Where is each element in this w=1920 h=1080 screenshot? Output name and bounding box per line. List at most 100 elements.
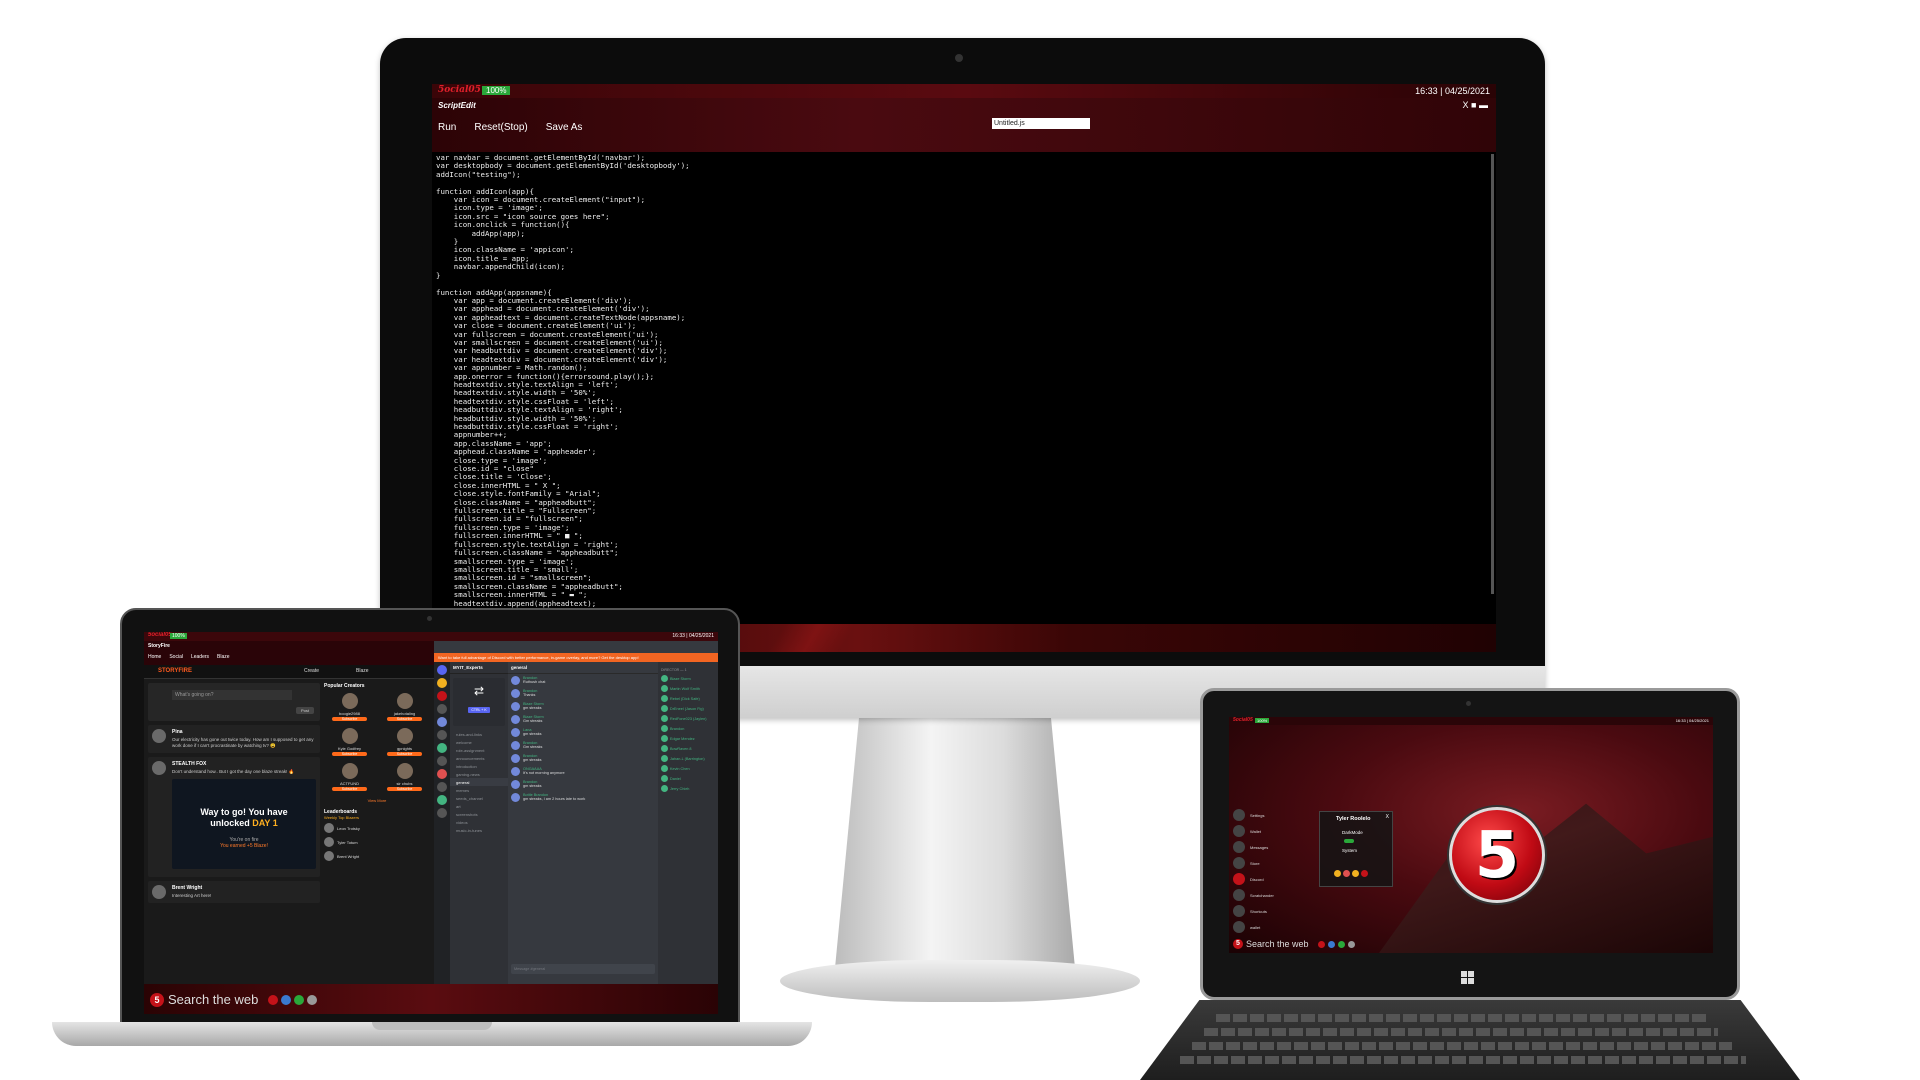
creator-name[interactable]: Kyle Godfrey xyxy=(324,746,375,751)
server-icon[interactable] xyxy=(437,665,447,675)
subscribe-button[interactable]: Subscribe xyxy=(332,752,367,756)
avatar[interactable] xyxy=(511,728,520,737)
nav-social[interactable]: Social xyxy=(169,654,183,660)
avatar[interactable] xyxy=(152,729,166,743)
avatar[interactable] xyxy=(396,728,413,744)
blaze-button[interactable]: Blaze xyxy=(356,668,369,674)
channel-item[interactable]: gaming-news xyxy=(450,770,508,778)
close-button[interactable]: X xyxy=(1386,814,1389,820)
creator-name[interactable]: boogie2988 xyxy=(324,711,375,716)
lock-icon[interactable] xyxy=(1334,870,1341,877)
compose-input[interactable]: What's going on? xyxy=(172,690,292,700)
channel-item[interactable]: videos xyxy=(450,818,508,826)
member-item[interactable]: RedFone023 (Jaylen) xyxy=(661,715,715,722)
filename-input[interactable]: Untitled.js xyxy=(992,118,1090,129)
server-icon[interactable] xyxy=(437,704,447,714)
nav-home[interactable]: Home xyxy=(148,654,161,660)
server-icon[interactable] xyxy=(437,717,447,727)
subscribe-button[interactable]: Subscribe xyxy=(387,752,422,756)
power-icon[interactable] xyxy=(1343,870,1350,877)
server-icon[interactable] xyxy=(437,808,447,818)
start-menu-item[interactable]: wallet xyxy=(1233,921,1323,933)
avatar[interactable] xyxy=(341,763,358,779)
code-scrollbar[interactable] xyxy=(1491,154,1494,594)
notification-icon[interactable] xyxy=(1361,870,1368,877)
server-icon[interactable] xyxy=(437,769,447,779)
channel-item[interactable]: art xyxy=(450,802,508,810)
os-logo[interactable]: 5ocial05 xyxy=(148,632,172,638)
save-as-button[interactable]: Save As xyxy=(546,122,583,133)
view-more-link[interactable]: View More xyxy=(324,798,430,803)
search-bar[interactable]: 5 Search the web xyxy=(1233,939,1355,949)
server-icon[interactable] xyxy=(437,795,447,805)
creator-name[interactable]: jakehotaling xyxy=(379,711,430,716)
avatar[interactable] xyxy=(341,728,358,744)
channel-item[interactable]: screenshots xyxy=(450,810,508,818)
creator-name[interactable]: ACTFUND xyxy=(324,781,375,786)
member-item[interactable]: Rebel (Dick Safe) xyxy=(661,695,715,702)
storyfire-logo[interactable]: STORYFIRE xyxy=(158,668,192,674)
window-controls[interactable]: X ■ ▬ xyxy=(1463,100,1488,110)
avatar[interactable] xyxy=(511,741,520,750)
message-input[interactable]: Message #general xyxy=(511,964,655,974)
app-icon[interactable] xyxy=(281,994,292,1005)
discord-download-banner[interactable]: Want to take full advantage of Discord w… xyxy=(434,653,718,662)
avatar[interactable] xyxy=(152,885,166,899)
nav-blaze[interactable]: Blaze xyxy=(217,654,230,660)
create-button[interactable]: Create xyxy=(304,668,319,674)
search-input[interactable]: Search the web xyxy=(1246,939,1309,949)
app-icon[interactable] xyxy=(1327,940,1335,948)
server-icon[interactable] xyxy=(437,691,447,701)
search-input[interactable]: Search the web xyxy=(168,992,258,1007)
avatar[interactable] xyxy=(341,693,358,709)
subscribe-button[interactable]: Subscribe xyxy=(387,717,422,721)
bell-icon[interactable] xyxy=(1352,870,1359,877)
leaderboard-row[interactable]: Tyler Totum xyxy=(324,837,430,847)
post-author[interactable]: Pina xyxy=(172,729,316,735)
avatar[interactable] xyxy=(511,715,520,724)
channel-item[interactable]: role-assignment xyxy=(450,746,508,754)
os-logo[interactable]: 5ocial05 xyxy=(1233,717,1253,723)
start-logo-icon[interactable]: 5 xyxy=(1233,939,1243,949)
member-item[interactable]: BowRaven 8 xyxy=(661,745,715,752)
reset-stop-button[interactable]: Reset(Stop) xyxy=(474,122,527,133)
start-menu-item[interactable]: Settings xyxy=(1233,809,1323,821)
windows-logo-icon[interactable] xyxy=(1461,971,1475,985)
start-menu-item[interactable]: Discord xyxy=(1233,873,1323,885)
app-icon[interactable] xyxy=(268,994,279,1005)
subscribe-button[interactable]: Subscribe xyxy=(387,787,422,791)
code-editor[interactable]: var navbar = document.getElementById('na… xyxy=(432,152,1496,624)
member-item[interactable]: Daniel xyxy=(661,775,715,782)
channel-item-active[interactable]: general xyxy=(450,778,508,786)
channel-item[interactable]: welcome xyxy=(450,738,508,746)
member-item[interactable]: Jerry Chieh xyxy=(661,785,715,792)
member-item[interactable]: Blaze Storm xyxy=(661,675,715,682)
avatar[interactable] xyxy=(511,676,520,685)
post-button[interactable]: Post xyxy=(295,707,314,714)
os-logo[interactable]: 5ocial05 xyxy=(438,85,481,95)
start-menu-item[interactable]: Store xyxy=(1233,857,1323,869)
creator-name[interactable]: sir chubs xyxy=(379,781,430,786)
avatar[interactable] xyxy=(511,689,520,698)
server-icon[interactable] xyxy=(437,730,447,740)
nav-leaders[interactable]: Leaders xyxy=(191,654,209,660)
avatar[interactable] xyxy=(396,763,413,779)
member-item[interactable]: Jahan-L (Barrington) xyxy=(661,755,715,762)
server-icon[interactable] xyxy=(437,678,447,688)
leaderboard-row[interactable]: Brent Wright xyxy=(324,851,430,861)
channel-item[interactable]: seeds_channel xyxy=(450,794,508,802)
start-menu-item[interactable]: Wallet xyxy=(1233,825,1323,837)
avatar[interactable] xyxy=(511,780,520,789)
creator-name[interactable]: gpnights xyxy=(379,746,430,751)
search-bar[interactable]: 5 Search the web xyxy=(150,992,318,1007)
leaderboard-row[interactable]: Leon Trotsky xyxy=(324,823,430,833)
start-logo-icon[interactable]: 5 xyxy=(150,992,164,1007)
quick-switcher-button[interactable]: CTRL + K xyxy=(468,707,490,713)
avatar[interactable] xyxy=(511,793,520,802)
avatar[interactable] xyxy=(152,761,166,775)
server-icon[interactable] xyxy=(437,743,447,753)
server-icon[interactable] xyxy=(437,756,447,766)
server-name[interactable]: MYIT_Experts xyxy=(450,662,508,674)
avatar[interactable] xyxy=(511,767,520,776)
app-icon[interactable] xyxy=(1317,940,1325,948)
